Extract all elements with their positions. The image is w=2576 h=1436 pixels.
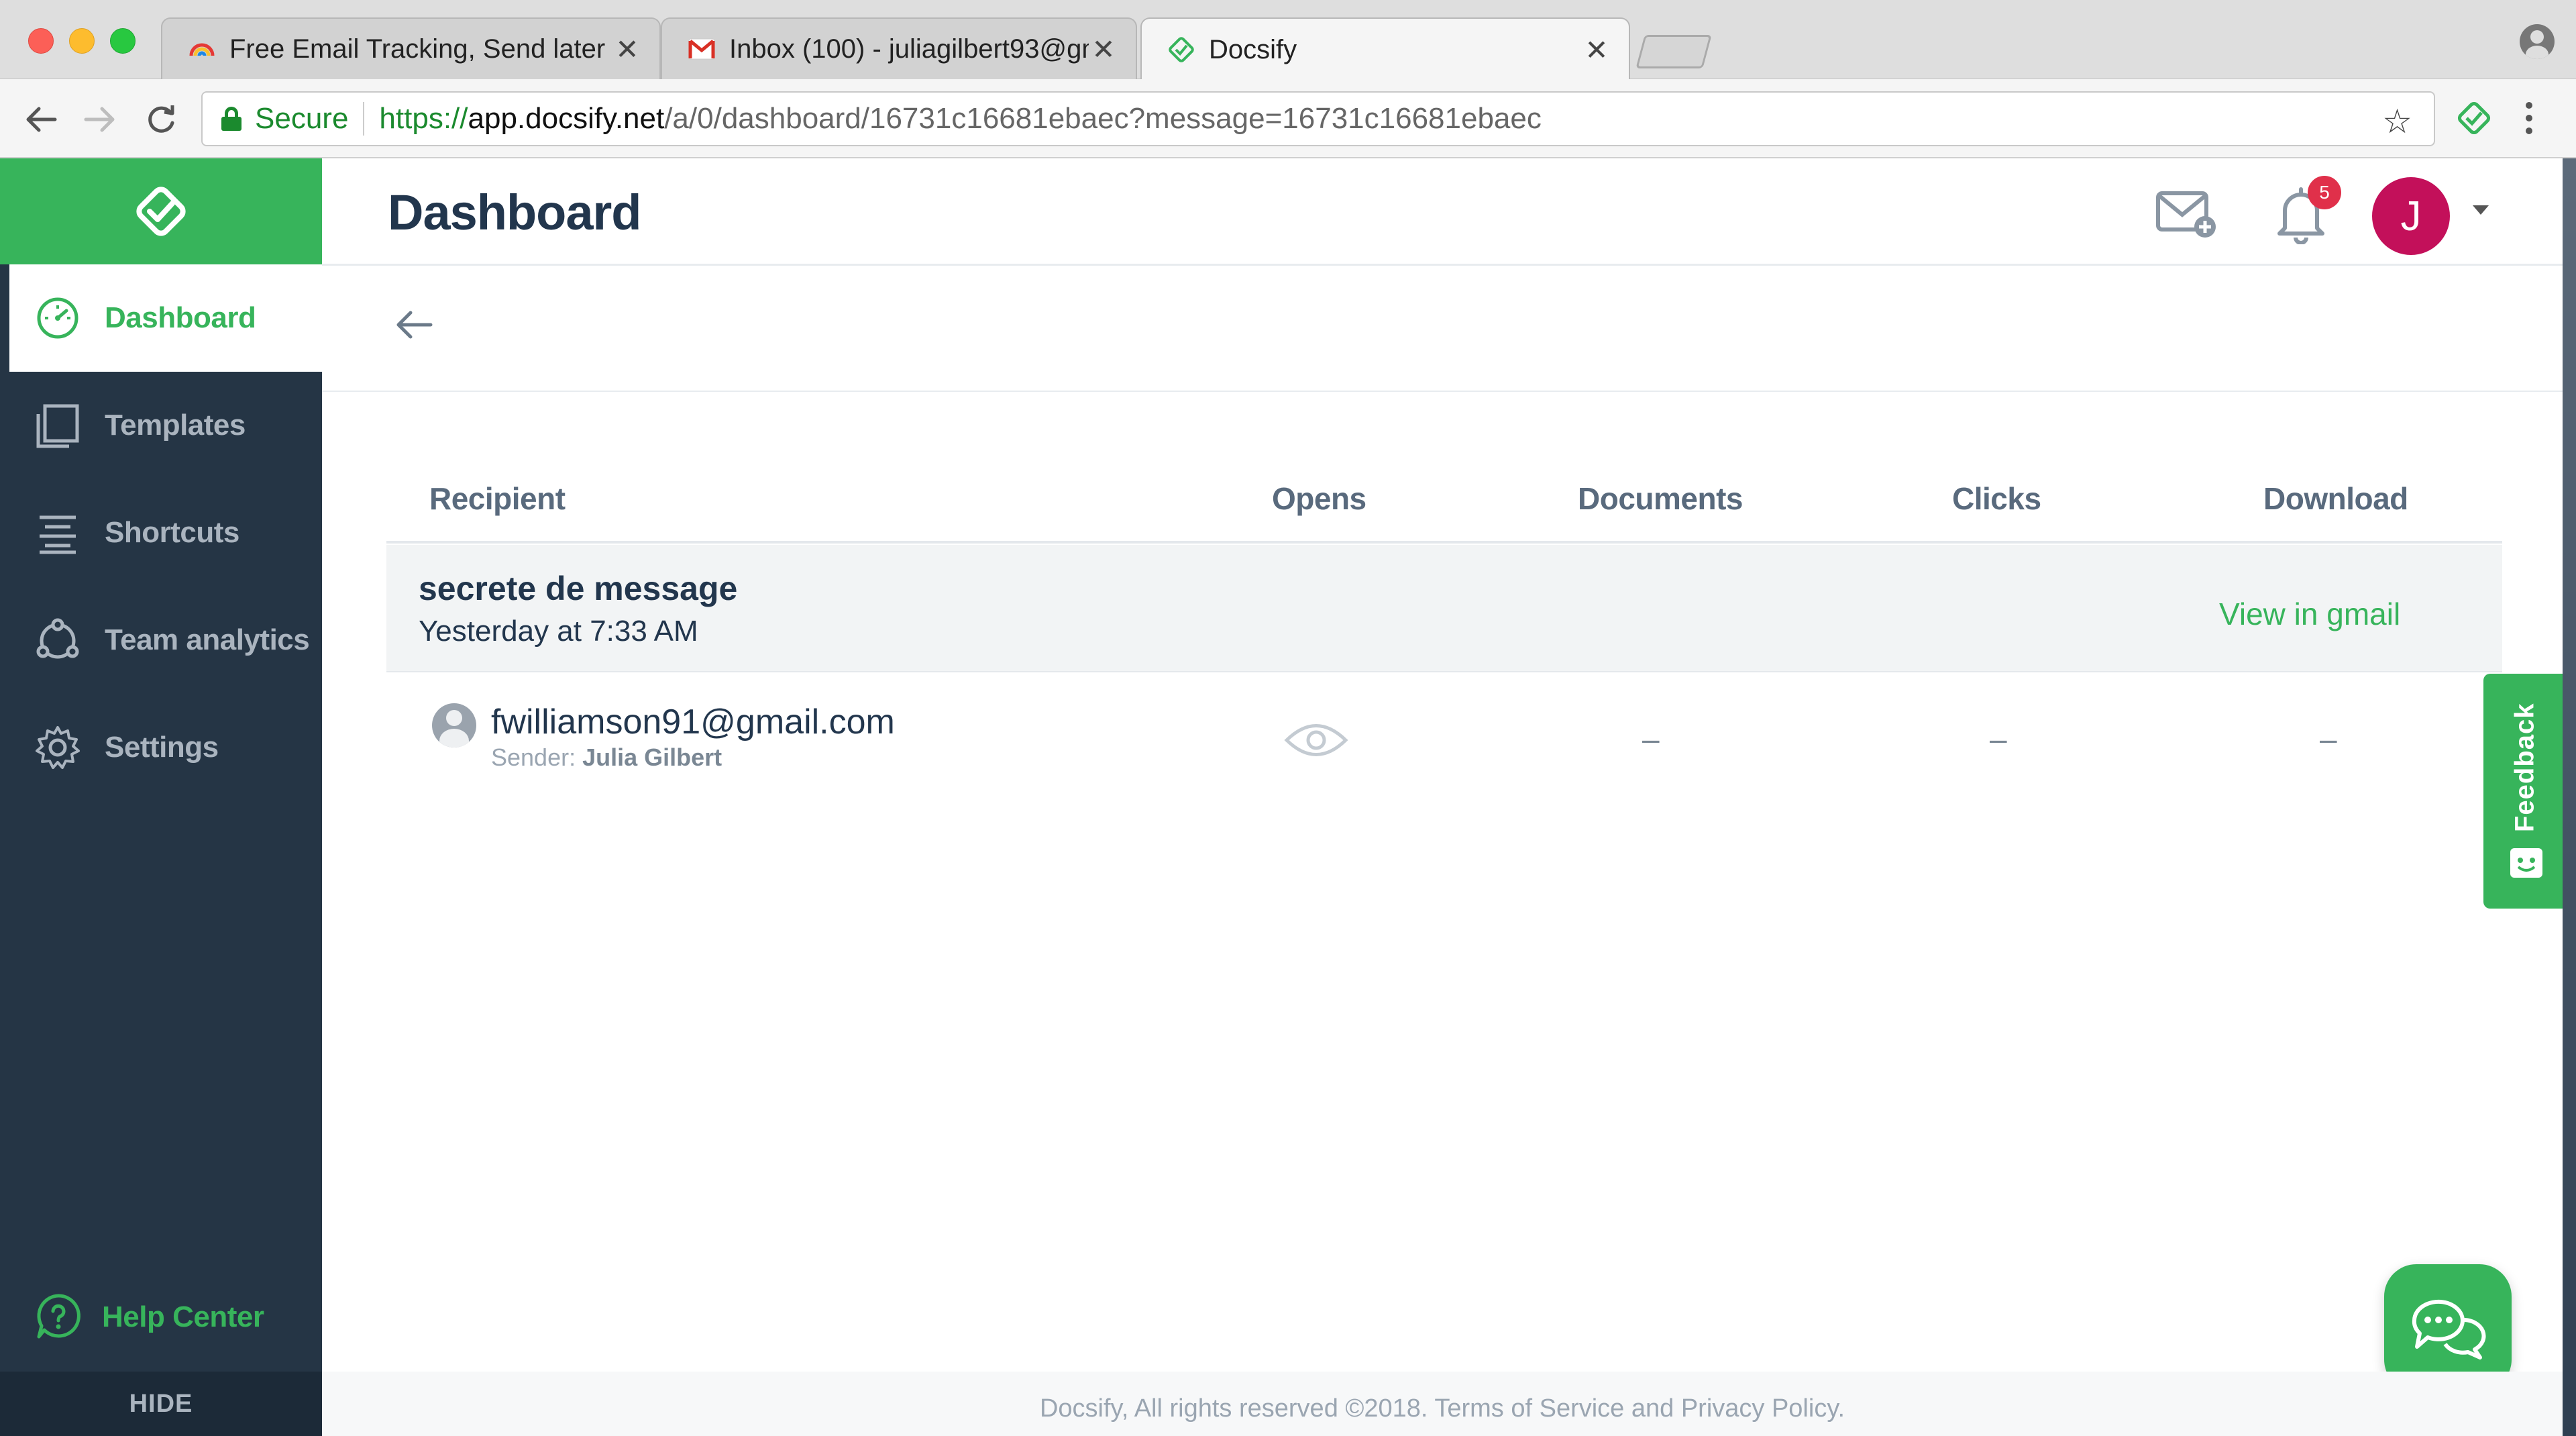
notification-badge: 5 (2308, 176, 2341, 209)
page-title: Dashboard (388, 185, 642, 240)
eye-icon[interactable] (1283, 717, 1350, 764)
sidebar-item-label: Settings (105, 731, 219, 764)
browser-tab-email-tracking[interactable]: Free Email Tracking, Send later ✕ (161, 17, 661, 79)
page-footer: Docsify, All rights reserved ©2018. Term… (322, 1372, 2563, 1436)
sender-prefix: Sender: (491, 743, 576, 771)
help-icon (35, 1292, 82, 1343)
column-header-recipient: Recipient (429, 481, 566, 516)
sidebar-item-label: Team analytics (105, 623, 310, 656)
tab-close-icon[interactable]: ✕ (1582, 34, 1611, 66)
chat-bubbles-icon (2408, 1293, 2488, 1364)
docsify-extension-icon[interactable] (2454, 98, 2494, 138)
bookmark-star-icon[interactable]: ☆ (2382, 102, 2412, 141)
sidebar-item-settings[interactable]: Settings (0, 694, 322, 801)
sidebar: Dashboard Templates Shortcuts Team analy… (0, 158, 322, 1436)
window-minimize-button[interactable] (69, 28, 95, 54)
back-button[interactable] (20, 99, 60, 140)
sidebar-item-templates[interactable]: Templates (0, 372, 322, 479)
recipient-sender: Sender: Julia Gilbert (491, 743, 722, 772)
speedometer-icon (34, 294, 82, 342)
lock-icon (221, 107, 241, 131)
tab-close-icon[interactable]: ✕ (1089, 33, 1118, 66)
table-header: Recipient Opens Documents Clicks Downloa… (386, 470, 2502, 544)
message-subject: secrete de message (419, 570, 738, 607)
tab-title: Free Email Tracking, Send later (229, 34, 606, 64)
detail-toolbar (322, 266, 2563, 392)
list-icon (34, 509, 82, 557)
sender-name: Julia Gilbert (582, 743, 722, 771)
sidebar-item-dashboard[interactable]: Dashboard (9, 264, 322, 372)
tab-close-icon[interactable]: ✕ (612, 33, 642, 66)
back-arrow-icon[interactable] (386, 298, 440, 352)
recipient-avatar-icon (432, 703, 476, 748)
window-close-button[interactable] (28, 28, 54, 54)
docsify-logo[interactable] (0, 158, 322, 264)
url-scheme: https:// (379, 102, 468, 135)
rainbow-icon (188, 35, 216, 63)
column-header-opens: Opens (1272, 481, 1366, 516)
sidebar-item-label: Shortcuts (105, 516, 239, 549)
browser-toolbar: Secure https://app.docsify.net/a/0/dashb… (0, 79, 2576, 158)
view-in-gmail-link[interactable]: View in gmail (2219, 596, 2400, 632)
feedback-face-icon (2509, 847, 2544, 882)
compose-mail-icon[interactable] (2155, 188, 2220, 242)
desktop-edge (2563, 158, 2576, 1436)
message-group-row: secrete de message Yesterday at 7:33 AM … (386, 545, 2502, 672)
recipient-email: fwilliamson91@gmail.com (491, 703, 895, 741)
tab-title: Docsify (1209, 34, 1297, 64)
column-header-documents: Documents (1578, 481, 1743, 516)
clicks-value: – (1990, 721, 2007, 756)
address-bar[interactable]: Secure https://app.docsify.net/a/0/dashb… (201, 91, 2435, 146)
feedback-label: Feedback (2510, 703, 2540, 833)
browser-tab-gmail[interactable]: Inbox (100) - juliagilbert93@gm ✕ (661, 17, 1137, 79)
tab-title: Inbox (100) - juliagilbert93@gm (729, 34, 1089, 64)
message-timestamp: Yesterday at 7:33 AM (419, 615, 698, 648)
url-host: app.docsify.net (468, 102, 665, 135)
window-zoom-button[interactable] (110, 28, 136, 54)
url-path: /a/0/dashboard/16731c16681ebaec?message=… (664, 102, 1542, 135)
sidebar-item-label: Dashboard (105, 301, 256, 334)
help-center-link[interactable]: Help Center (0, 1274, 322, 1361)
docsify-icon (1167, 36, 1195, 64)
browser-profile-icon[interactable] (2520, 24, 2555, 59)
sidebar-item-team-analytics[interactable]: Team analytics (0, 586, 322, 694)
help-center-label: Help Center (102, 1300, 264, 1333)
column-header-download: Download (2263, 481, 2408, 516)
browser-menu-icon[interactable] (2516, 97, 2542, 140)
forward-button[interactable] (80, 99, 121, 140)
sidebar-item-label: Templates (105, 409, 246, 442)
reload-button[interactable] (141, 99, 181, 140)
column-header-clicks: Clicks (1952, 481, 2041, 516)
sidebar-hide-button[interactable]: HIDE (0, 1372, 322, 1436)
browser-tab-docsify[interactable]: Docsify ✕ (1140, 17, 1630, 81)
feedback-tab[interactable]: Feedback (2483, 674, 2567, 909)
new-tab-button[interactable] (1635, 35, 1712, 68)
gmail-icon (688, 35, 716, 63)
user-avatar[interactable]: J (2372, 177, 2450, 255)
documents-value: – (1642, 721, 1660, 756)
chevron-down-icon[interactable] (2473, 205, 2489, 215)
templates-icon (34, 401, 82, 450)
browser-tab-bar: Free Email Tracking, Send later ✕ Inbox … (0, 0, 2576, 81)
table-row[interactable]: fwilliamson91@gmail.com Sender: Julia Gi… (386, 672, 2502, 807)
download-value: – (2320, 721, 2337, 756)
gear-icon (34, 723, 82, 772)
url-separator (363, 102, 365, 136)
team-icon (34, 616, 82, 664)
sidebar-item-shortcuts[interactable]: Shortcuts (0, 479, 322, 586)
secure-label: Secure (255, 102, 349, 135)
page-header: Dashboard 5 J (322, 158, 2563, 266)
